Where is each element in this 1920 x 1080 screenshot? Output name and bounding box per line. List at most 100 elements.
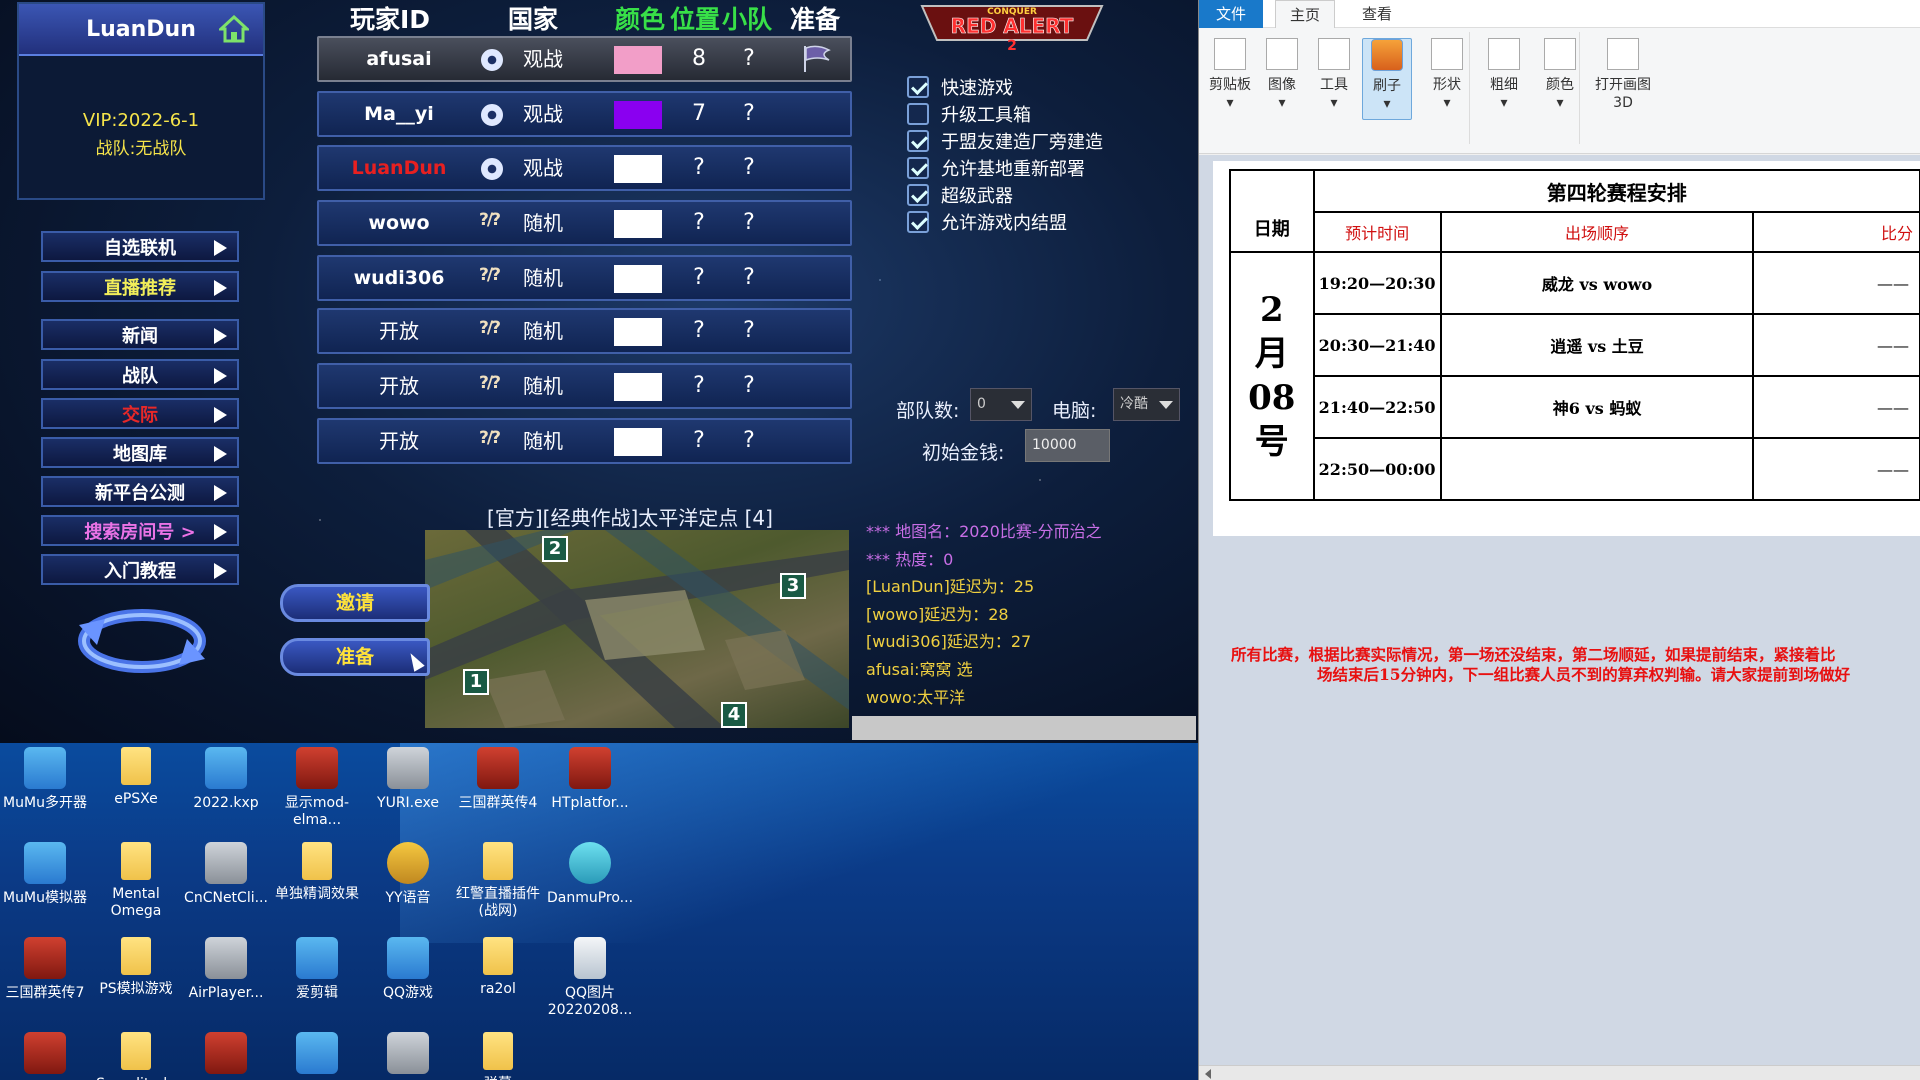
option-checkbox[interactable] <box>907 130 929 152</box>
player-position[interactable]: ? <box>684 365 714 407</box>
desktop-shortcut[interactable]: ePSXe <box>91 747 181 808</box>
game-option[interactable]: 快速游戏 <box>907 75 1013 99</box>
option-checkbox[interactable] <box>907 184 929 206</box>
desktop-shortcut[interactable]: MuMu多开器 <box>0 747 90 812</box>
desktop-shortcut[interactable]: MuMu模拟器 <box>0 842 90 907</box>
game-option[interactable]: 于盟友建造厂旁建造 <box>907 129 1103 153</box>
desktop-shortcut[interactable]: 心灵终结 <box>363 1032 453 1080</box>
menu-item[interactable]: 搜索房间号 > <box>41 515 239 546</box>
player-team[interactable]: ? <box>734 147 764 189</box>
option-checkbox[interactable] <box>907 157 929 179</box>
desktop-shortcut[interactable]: Samplitude <box>91 1032 181 1080</box>
player-country[interactable]: 随机 <box>523 202 563 244</box>
desktop-shortcut[interactable]: 单独精调效果 <box>272 842 362 903</box>
refresh-icon[interactable] <box>75 605 210 680</box>
ribbon-tool[interactable]: 刷子 ▾ <box>1362 38 1412 120</box>
player-team[interactable]: ? <box>734 38 764 80</box>
desktop-shortcut[interactable]: 弹幕 <box>453 1032 543 1080</box>
option-checkbox[interactable] <box>907 76 929 98</box>
player-slot-row[interactable]: wudi306 ?/? 随机?? <box>317 255 852 301</box>
player-id[interactable]: 开放 <box>319 310 479 352</box>
game-option[interactable]: 超级武器 <box>907 183 1013 207</box>
player-slot-row[interactable]: 开放 ?/? 随机?? <box>317 363 852 409</box>
player-team[interactable]: ? <box>734 365 764 407</box>
desktop-shortcut[interactable]: CnCNet <box>181 1032 271 1080</box>
desktop-shortcut[interactable]: Mental Omega <box>91 842 181 920</box>
menu-item[interactable]: 自选联机 <box>41 231 239 262</box>
player-position[interactable]: ? <box>684 147 714 189</box>
ai-select[interactable]: 冷酷 <box>1113 388 1180 421</box>
player-id[interactable]: 开放 <box>319 420 479 462</box>
desktop-shortcut[interactable]: 三国群英传4 <box>453 747 543 812</box>
menu-item[interactable]: 新闻 <box>41 319 239 350</box>
player-country[interactable]: 随机 <box>523 420 563 462</box>
option-checkbox[interactable] <box>907 211 929 233</box>
player-color-swatch[interactable] <box>614 210 662 238</box>
player-country[interactable]: 观战 <box>523 147 563 189</box>
option-checkbox[interactable] <box>907 103 929 125</box>
menu-item[interactable]: 入门教程 <box>41 554 239 585</box>
home-icon[interactable] <box>219 15 249 43</box>
player-color-swatch[interactable] <box>614 428 662 456</box>
player-id[interactable]: 开放 <box>319 365 479 407</box>
player-position[interactable]: 8 <box>684 38 714 80</box>
player-team[interactable]: ? <box>734 257 764 299</box>
player-id[interactable]: wowo <box>319 202 479 244</box>
ribbon-tool[interactable]: 剪贴板 ▾ <box>1205 38 1255 112</box>
player-position[interactable]: ? <box>684 257 714 299</box>
desktop-shortcut[interactable]: ra2ol <box>453 937 543 998</box>
player-slot-row[interactable]: afusai 观战 8? <box>317 36 852 82</box>
game-option[interactable]: 允许游戏内结盟 <box>907 210 1067 234</box>
desktop-shortcut[interactable]: CnCNetCli... <box>181 842 271 907</box>
ribbon-tool[interactable]: 工具 ▾ <box>1309 38 1359 112</box>
player-color-swatch[interactable] <box>614 265 662 293</box>
chat-input[interactable] <box>852 716 1196 740</box>
player-color-swatch[interactable] <box>614 318 662 346</box>
player-country[interactable]: 随机 <box>523 310 563 352</box>
ribbon-tool[interactable]: 颜色 ▾ <box>1535 38 1585 112</box>
units-select[interactable]: 0 <box>970 388 1032 421</box>
menu-item[interactable]: 战队 <box>41 359 239 390</box>
player-position[interactable]: ? <box>684 420 714 462</box>
player-team[interactable]: ? <box>734 93 764 135</box>
money-input[interactable]: 10000 <box>1025 429 1110 462</box>
desktop-shortcut[interactable]: 显示mod-elma... <box>272 747 362 829</box>
desktop-shortcut[interactable]: QQ图片20220208... <box>545 937 635 1019</box>
player-color-swatch[interactable] <box>614 155 662 183</box>
player-slot-row[interactable]: 开放 ?/? 随机?? <box>317 308 852 354</box>
desktop-shortcut[interactable]: QQ游戏 <box>363 937 453 1002</box>
menu-item[interactable]: 直播推荐 <box>41 271 239 302</box>
player-country[interactable]: 随机 <box>523 257 563 299</box>
player-team[interactable]: ? <box>734 310 764 352</box>
player-position[interactable]: 7 <box>684 93 714 135</box>
player-team[interactable]: ? <box>734 420 764 462</box>
player-slot-row[interactable]: LuanDun 观战?? <box>317 145 852 191</box>
desktop-shortcut[interactable]: YY语音 <box>363 842 453 907</box>
menu-item[interactable]: 交际 <box>41 398 239 429</box>
player-team[interactable]: ? <box>734 202 764 244</box>
desktop-shortcut[interactable]: AirPlayer... <box>181 937 271 1002</box>
player-country[interactable]: 随机 <box>523 365 563 407</box>
paint-canvas[interactable]: 日期 第四轮赛程安排 预计时间 出场顺序 比分 2 月 08 号 19:20—2… <box>1213 161 1920 684</box>
player-id[interactable]: Ma__yi <box>319 93 479 135</box>
ribbon-tool[interactable]: 打开画图 3D <box>1593 38 1653 112</box>
player-position[interactable]: ? <box>684 202 714 244</box>
desktop-shortcut[interactable]: 三国群英传7 <box>0 937 90 1002</box>
ribbon-tool[interactable]: 图像 ▾ <box>1257 38 1307 112</box>
scroll-left-icon[interactable] <box>1205 1069 1211 1079</box>
desktop-shortcut[interactable]: 2022.kxp <box>181 747 271 812</box>
horizontal-scrollbar[interactable] <box>1199 1065 1920 1080</box>
desktop-shortcut[interactable]: 暴雪战网 <box>272 1032 362 1080</box>
menu-item[interactable]: 地图库 <box>41 437 239 468</box>
map-preview[interactable]: 2 3 1 4 <box>425 530 849 728</box>
desktop-shortcut[interactable]: DanmuPro... <box>545 842 635 907</box>
tab-view[interactable]: 查看 <box>1347 0 1407 28</box>
player-id[interactable]: afusai <box>319 38 479 80</box>
ribbon-tool[interactable]: 粗细 ▾ <box>1479 38 1529 112</box>
desktop-shortcut[interactable]: HTplatfor... <box>545 747 635 812</box>
desktop-shortcut[interactable]: 爱剪辑 <box>272 937 362 1002</box>
player-id[interactable]: wudi306 <box>319 257 479 299</box>
desktop-shortcut[interactable]: PS模拟游戏 <box>91 937 181 998</box>
tab-file[interactable]: 文件 <box>1199 0 1263 28</box>
player-slot-row[interactable]: wowo ?/? 随机?? <box>317 200 852 246</box>
